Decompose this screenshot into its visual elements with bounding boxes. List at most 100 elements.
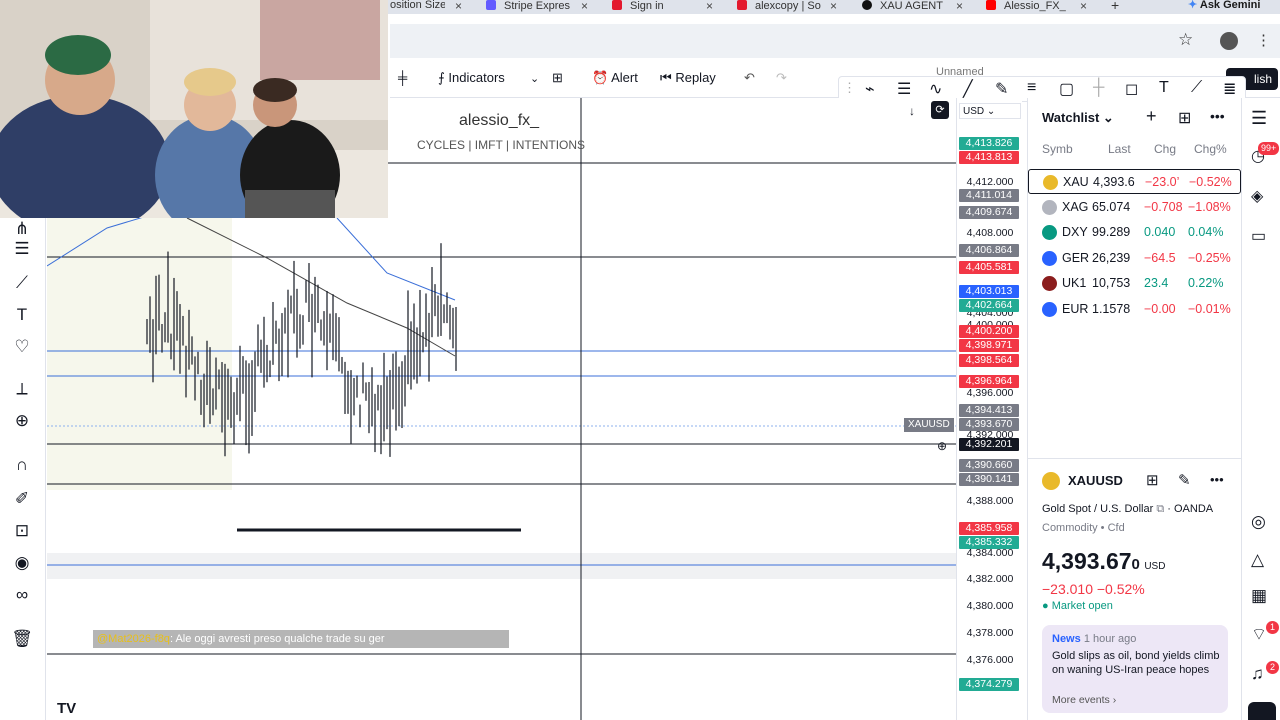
chat-message: : Ale oggi avresti preso qualche trade s… [169,633,385,645]
session-highlight [47,190,232,490]
browser-tab-active[interactable]: Alessio_FX_ [986,0,1070,14]
line-tool-icon[interactable]: ⟋ [1191,79,1202,97]
watchlist-title-label: Watchlist [1042,110,1100,125]
price-badge: 4,400.200 [959,325,1019,338]
browser-tab[interactable]: osition Size [390,0,445,14]
external-link-icon[interactable]: ⧉ [1156,503,1164,515]
pen-icon[interactable]: ✎ [995,79,1008,99]
sync-icon[interactable]: ⟳ [931,101,949,119]
add-plus-icon[interactable]: ⊕ [937,439,947,453]
settings-sliders-icon[interactable]: ☰ [897,79,911,99]
star-icon[interactable]: ☆ [1178,30,1193,50]
ruler-icon[interactable]: ⟂ [11,378,33,400]
add-symbol-icon[interactable]: + [1146,106,1157,127]
price-badge: 4,406.864 [959,244,1019,257]
header-symbol[interactable]: Symb [1042,142,1073,156]
broker-name[interactable]: OANDA [1174,503,1213,515]
menu-lines-icon[interactable]: ≣ [1223,79,1236,99]
bell-icon[interactable]: ♫ [1251,664,1264,684]
zoom-in-icon[interactable]: ⊕ [11,410,33,432]
more-icon[interactable]: ••• [1210,108,1225,124]
undo-icon[interactable]: ↶ [744,70,755,86]
row-change: −64.5 [1144,250,1176,265]
crosshair-icon[interactable]: ┼ [1093,79,1104,97]
replay-button[interactable]: ⏮ Replay [660,70,716,86]
new-tab-button[interactable]: + [1111,0,1119,14]
alert-button[interactable]: ⏰ Alert [592,70,638,86]
close-tab-icon[interactable]: × [956,0,963,13]
triangle-icon[interactable]: △ [1251,550,1264,570]
browser-tab[interactable]: Sign in [612,0,702,14]
watchlist-row[interactable]: EUR 1.1578 −0.00 −0.01% [1028,297,1242,322]
wave-icon[interactable]: ∿ [929,79,942,99]
watchlist-title[interactable]: Watchlist ⌄ [1042,110,1114,126]
news-headline[interactable]: Gold slips as oil, bond yields climb on … [1052,649,1222,677]
callout-icon[interactable]: ◻ [1125,79,1138,99]
details-symbol[interactable]: XAUUSD [1068,473,1123,488]
grid-icon[interactable]: ⊞ [1178,108,1191,128]
chat-icon[interactable]: ▭ [1251,226,1266,246]
gemini-button[interactable]: ✦ Ask Gemini [1188,0,1260,14]
header-chgp[interactable]: Chg% [1194,142,1227,156]
row-last: 65.074 [1092,199,1131,214]
grid-icon[interactable]: ⊞ [1146,471,1159,489]
more-events-link[interactable]: More events › [1052,694,1116,706]
close-tab-icon[interactable]: × [706,0,713,13]
close-tab-icon[interactable]: × [830,0,837,13]
watchlist-row[interactable]: GER 26,239 −64.5 −0.25% [1028,246,1242,271]
close-tab-icon[interactable]: × [581,0,588,13]
broadcast-icon[interactable]: ⌔ [1251,624,1267,645]
fib-tools-icon[interactable]: ☰ [11,238,33,260]
watchlist-row[interactable]: XAG 65.074 −0.708 −1.08% [1028,195,1242,220]
watchlist-icon[interactable]: ☰ [1251,108,1267,129]
watchlist-row[interactable]: XAU 4,393.6 −23.0’ −0.52% [1028,169,1241,194]
calendar-icon[interactable]: ▦ [1251,586,1267,606]
scroll-down-icon[interactable]: ↓ [909,104,915,118]
draw-mode-icon[interactable]: ✐ [11,488,33,510]
pitchfork-icon[interactable]: ⋔ [11,218,33,240]
profile-avatar[interactable] [1220,32,1238,50]
indicators-button[interactable]: ⨍ Indicators [438,70,505,86]
close-tab-icon[interactable]: × [455,0,462,13]
header-chg[interactable]: Chg [1154,142,1176,156]
redo-icon[interactable]: ↷ [776,70,787,86]
menu-dots-icon[interactable]: ⋮ [1256,31,1271,49]
browser-tab[interactable]: Stripe Expres [486,0,571,14]
address-bar[interactable]: ☆ ⋮ [390,24,1280,58]
drag-handle-icon[interactable]: ⋮ [843,80,856,96]
text-icon[interactable]: T [1159,79,1169,97]
news-card[interactable]: News 1 hour ago Gold slips as oil, bond … [1042,625,1228,713]
brush-icon[interactable]: ⌁ [865,79,875,99]
close-tab-icon[interactable]: × [1080,0,1087,13]
row-last: 99.289 [1092,225,1131,239]
heart-icon[interactable]: ♡ [11,336,33,358]
rectangle-icon[interactable]: ▢ [1059,79,1074,99]
more-icon[interactable]: ••• [1210,472,1224,487]
instrument-name[interactable]: Gold Spot / U.S. Dollar [1042,503,1153,515]
watchlist-row[interactable]: DXY 99.289 0.040 0.04% [1028,220,1242,245]
lock-icon[interactable]: ⊡ [11,520,33,542]
bar-style-icon[interactable]: ╪ [398,70,407,85]
browser-tab[interactable]: XAU AGENT [862,0,944,14]
currency-select[interactable]: USD ⌄ [959,103,1021,119]
fib-icon[interactable]: ≡ [1027,79,1036,97]
tradingview-logo[interactable]: TV [57,700,76,717]
edit-icon[interactable]: ✎ [1178,471,1191,489]
templates-icon[interactable]: ⊞ [552,70,563,86]
trendline-icon[interactable]: ╱ [963,79,973,99]
browser-tab[interactable]: alexcopy | So [737,0,822,14]
chevron-down-icon[interactable]: ⌄ [530,72,539,85]
header-last[interactable]: Last [1108,142,1131,156]
eye-icon[interactable]: ◉ [11,552,33,574]
price-badge: 4,402.664 [959,299,1019,312]
link-icon[interactable]: ∞ [11,584,33,606]
target-icon[interactable]: ◎ [1251,512,1266,532]
magnet-icon[interactable]: ∩ [11,454,33,476]
layers-icon[interactable]: ◈ [1251,186,1263,206]
apps-icon[interactable] [1248,702,1276,720]
text-tool-icon[interactable]: T [11,304,33,326]
trash-icon[interactable]: 🗑 [11,628,33,650]
watchlist-row[interactable]: UK1 10,753 23.4 0.22% [1028,271,1242,296]
patterns-icon[interactable]: ⟋ [11,272,33,294]
price-axis[interactable]: USD ⌄ 4,412.0004,408.0004,404.0004,400.0… [956,98,1022,720]
